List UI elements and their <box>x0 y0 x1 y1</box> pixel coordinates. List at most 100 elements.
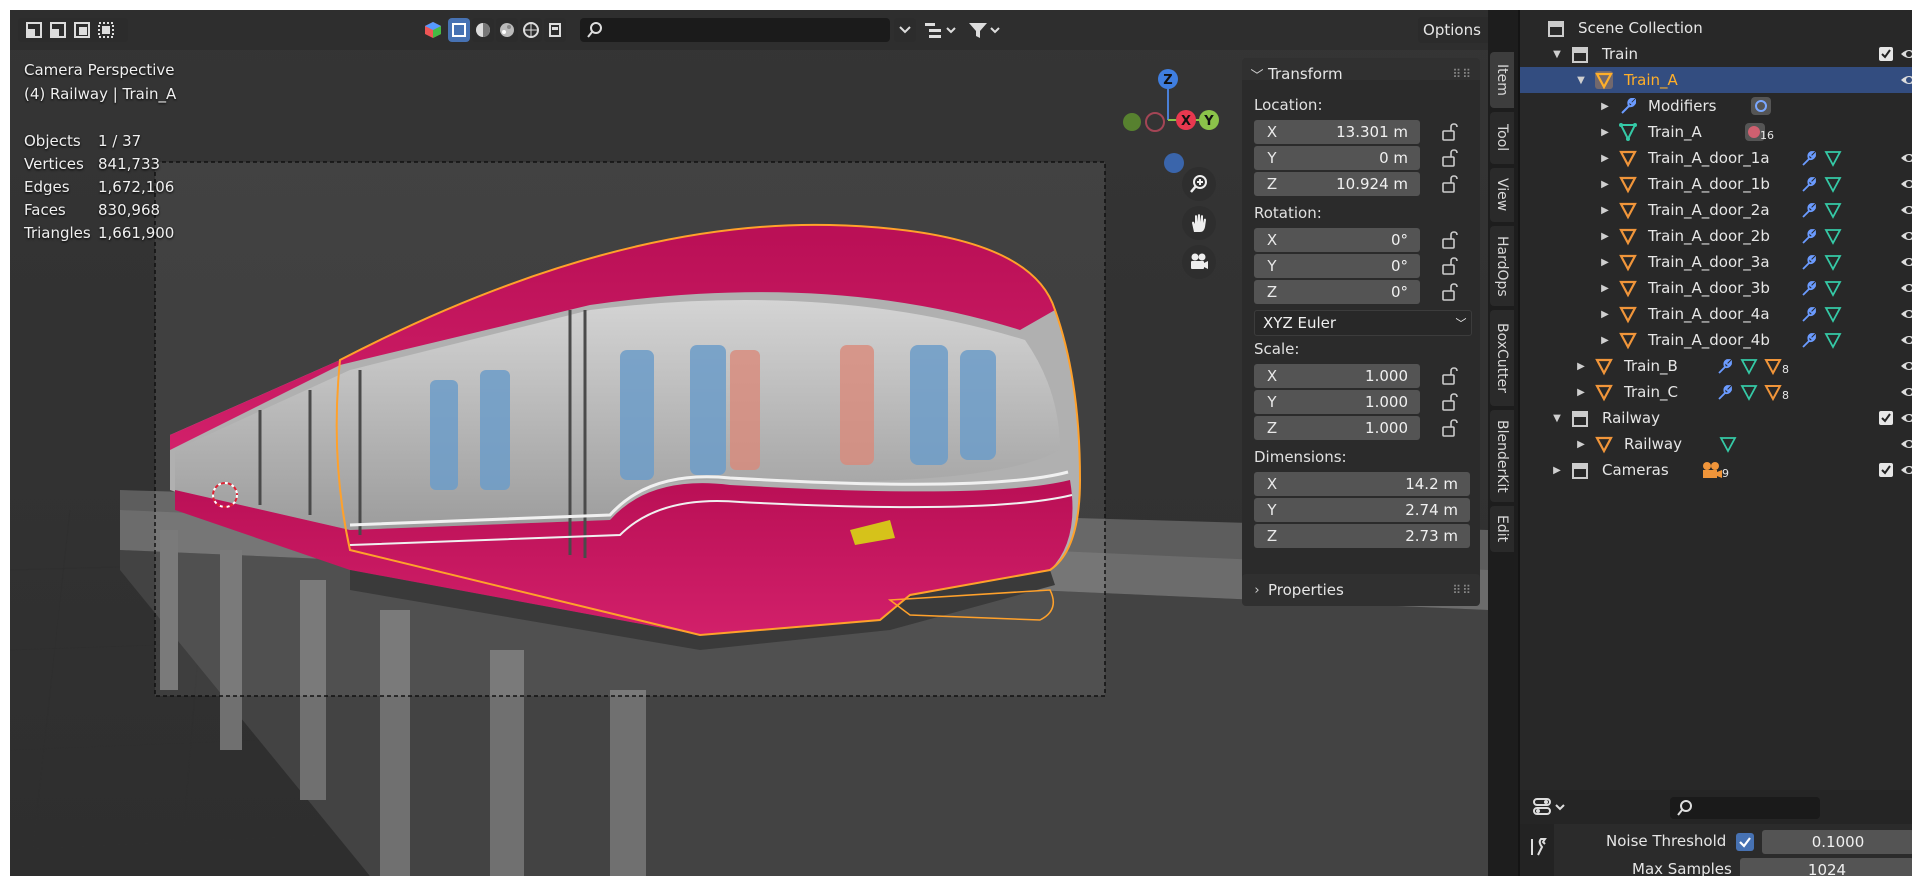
noise-threshold-field[interactable]: 0.1000 <box>1762 830 1912 854</box>
gizmo-toggle-icon[interactable] <box>422 18 444 42</box>
outliner-object-train-c[interactable]: ▶ Train_C 8 <box>1520 379 1912 405</box>
camera-view-icon[interactable] <box>1182 245 1216 279</box>
unlock-icon[interactable] <box>1440 230 1460 250</box>
tab-hardops[interactable]: HardOps <box>1490 226 1514 306</box>
eye-icon[interactable] <box>1900 462 1912 478</box>
max-samples-field[interactable]: 1024 <box>1740 858 1912 876</box>
expand-right-icon[interactable]: ▶ <box>1550 465 1564 476</box>
checkbox-checked-icon[interactable] <box>1878 46 1894 62</box>
render-engine-icon[interactable] <box>544 18 566 42</box>
noise-threshold-checkbox[interactable] <box>1736 833 1754 851</box>
eye-icon[interactable] <box>1900 332 1912 348</box>
rotation-z-field[interactable]: Z 0° <box>1254 280 1420 304</box>
expand-right-icon[interactable]: ▶ <box>1598 179 1612 190</box>
eye-icon[interactable] <box>1900 176 1912 192</box>
expand-right-icon[interactable]: ▶ <box>1598 283 1612 294</box>
tab-view[interactable]: View <box>1490 168 1514 222</box>
eye-icon[interactable] <box>1900 306 1912 322</box>
navigation-gizmo[interactable]: Z X Y <box>1110 60 1230 180</box>
scale-y-field[interactable]: Y 1.000 <box>1254 390 1420 414</box>
scale-z-field[interactable]: Z 1.000 <box>1254 416 1420 440</box>
shading-solid-icon[interactable] <box>472 18 494 42</box>
outliner-collection-railway[interactable]: ▼ Railway <box>1520 405 1912 431</box>
outliner-object-door[interactable]: ▶ Train_A_door_1a <box>1520 145 1912 171</box>
pan-hand-icon[interactable] <box>1182 206 1216 240</box>
rotation-mode-select[interactable]: XYZ Euler ﹀ <box>1254 310 1472 336</box>
outliner-collection-cameras[interactable]: ▶ Cameras 9 <box>1520 457 1912 483</box>
filter-dropdown-icon[interactable] <box>894 18 916 42</box>
unlock-icon[interactable] <box>1440 282 1460 302</box>
outliner-modifiers[interactable]: ▶ Modifiers <box>1520 93 1912 119</box>
tab-tool[interactable]: Tool <box>1490 112 1514 164</box>
outliner-object-train-a[interactable]: ▼ Train_A <box>1520 67 1912 93</box>
drag-grip-icon[interactable]: ⠿⠿ <box>1452 67 1472 81</box>
unlock-icon[interactable] <box>1440 122 1460 142</box>
tab-edit[interactable]: Edit <box>1490 506 1514 552</box>
unlock-icon[interactable] <box>1440 174 1460 194</box>
checkbox-checked-icon[interactable] <box>1878 462 1894 478</box>
expand-right-icon[interactable]: ▶ <box>1598 101 1612 112</box>
outliner-object-door[interactable]: ▶ Train_A_door_4a <box>1520 301 1912 327</box>
dimension-x-field[interactable]: X 14.2 m <box>1254 472 1470 496</box>
xray-select-icon[interactable] <box>448 18 470 42</box>
outliner-collection-train[interactable]: ▼ Train <box>1520 41 1912 67</box>
outliner-scene-collection[interactable]: Scene Collection <box>1520 15 1912 41</box>
outliner-object-door[interactable]: ▶ Train_A_door_2b <box>1520 223 1912 249</box>
eye-icon[interactable] <box>1900 254 1912 270</box>
filter-icon[interactable] <box>964 18 1004 42</box>
options-button[interactable]: Options <box>1418 17 1488 43</box>
unlock-icon[interactable] <box>1440 366 1460 386</box>
tab-item[interactable]: Item <box>1490 52 1514 108</box>
rotation-y-field[interactable]: Y 0° <box>1254 254 1420 278</box>
drag-grip-icon[interactable]: ⠿⠿ <box>1452 583 1472 597</box>
outliner[interactable]: Scene Collection ▼ Train ▼ Train_A ▶ Mod… <box>1518 10 1912 790</box>
eye-icon[interactable] <box>1900 150 1912 166</box>
zoom-icon[interactable] <box>1182 167 1216 201</box>
3d-viewport[interactable]: Options Camera Perspective (4) Railway |… <box>10 10 1488 876</box>
expand-right-icon[interactable]: ▶ <box>1598 153 1612 164</box>
eye-icon[interactable] <box>1900 358 1912 374</box>
shading-material-icon[interactable] <box>496 18 518 42</box>
editor-type-icon[interactable] <box>1532 797 1568 817</box>
expand-down-icon[interactable]: ▼ <box>1574 75 1588 86</box>
unlock-icon[interactable] <box>1440 256 1460 276</box>
expand-right-icon[interactable]: ▶ <box>1574 439 1588 450</box>
unlock-icon[interactable] <box>1440 148 1460 168</box>
outliner-object-door[interactable]: ▶ Train_A_door_1b <box>1520 171 1912 197</box>
eye-icon[interactable] <box>1900 72 1912 88</box>
select-mode-group[interactable] <box>18 18 128 42</box>
outliner-object-door[interactable]: ▶ Train_A_door_3b <box>1520 275 1912 301</box>
eye-icon[interactable] <box>1900 202 1912 218</box>
location-z-field[interactable]: Z 10.924 m <box>1254 172 1420 196</box>
outliner-object-train-b[interactable]: ▶ Train_B 8 <box>1520 353 1912 379</box>
location-x-field[interactable]: X 13.301 m <box>1254 120 1420 144</box>
eye-icon[interactable] <box>1900 280 1912 296</box>
outliner-object-railway[interactable]: ▶ Railway <box>1520 431 1912 457</box>
expand-right-icon[interactable]: ▶ <box>1598 257 1612 268</box>
shading-rendered-icon[interactable] <box>520 18 542 42</box>
expand-right-icon[interactable]: ▶ <box>1598 309 1612 320</box>
properties-panel-header[interactable]: › Properties ⠿⠿ <box>1242 574 1480 606</box>
dimension-y-field[interactable]: Y 2.74 m <box>1254 498 1470 522</box>
viewport-search-input[interactable] <box>580 18 890 42</box>
rotation-x-field[interactable]: X 0° <box>1254 228 1420 252</box>
unlock-icon[interactable] <box>1440 418 1460 438</box>
expand-down-icon[interactable]: ▼ <box>1550 413 1564 424</box>
properties-search-input[interactable] <box>1670 797 1820 819</box>
eye-icon[interactable] <box>1900 46 1912 62</box>
tool-settings-icon[interactable] <box>1526 836 1548 858</box>
location-y-field[interactable]: Y0 m <box>1254 146 1420 170</box>
expand-right-icon[interactable]: ▶ <box>1574 387 1588 398</box>
expand-right-icon[interactable]: ▶ <box>1574 361 1588 372</box>
expand-down-icon[interactable]: ▼ <box>1550 49 1564 60</box>
eye-icon[interactable] <box>1900 384 1912 400</box>
outliner-object-door[interactable]: ▶ Train_A_door_4b <box>1520 327 1912 353</box>
eye-icon[interactable] <box>1900 410 1912 426</box>
expand-right-icon[interactable]: ▶ <box>1598 205 1612 216</box>
outliner-mesh-data[interactable]: ▶ Train_A 16 <box>1520 119 1912 145</box>
tab-blenderkit[interactable]: BlenderKit <box>1490 410 1514 502</box>
dimension-z-field[interactable]: Z 2.73 m <box>1254 524 1470 548</box>
outliner-object-door[interactable]: ▶ Train_A_door_3a <box>1520 249 1912 275</box>
tab-boxcutter[interactable]: BoxCutter <box>1490 310 1514 406</box>
outliner-object-door[interactable]: ▶ Train_A_door_2a <box>1520 197 1912 223</box>
